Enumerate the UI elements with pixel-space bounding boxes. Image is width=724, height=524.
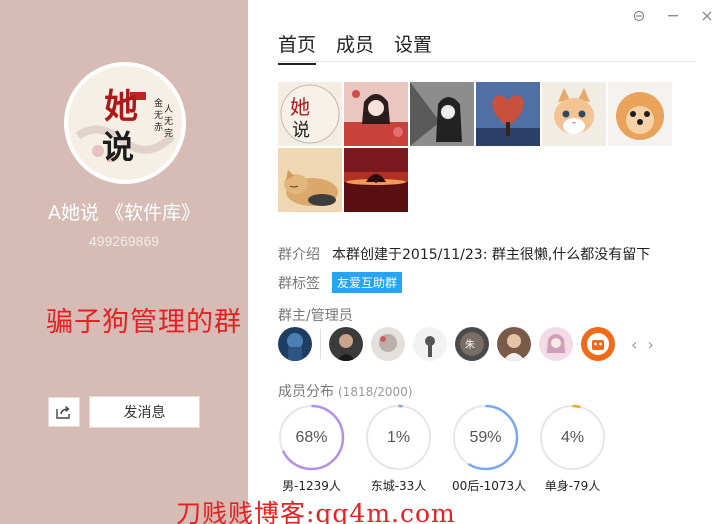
window-controls xyxy=(622,2,724,30)
group-name: A她说 《软件库》 xyxy=(47,202,201,224)
admin-avatar[interactable] xyxy=(329,327,363,361)
share-button[interactable] xyxy=(48,397,80,427)
stat-gender[interactable]: 68% 男-1239人 xyxy=(278,404,345,494)
skin-icon[interactable] xyxy=(622,2,656,30)
svg-text:她: 她 xyxy=(290,95,310,119)
svg-text:完: 完 xyxy=(164,127,173,139)
member-distribution-header: 成员分布 (1818/2000) xyxy=(278,381,412,401)
svg-text:赤: 赤 xyxy=(154,122,163,133)
svg-text:说: 说 xyxy=(292,120,310,141)
stat-region[interactable]: 1% 东城-33人 xyxy=(365,404,432,494)
admin-avatar[interactable] xyxy=(413,327,447,361)
group-tags-row: 群标签 友爱互助群 xyxy=(278,272,403,293)
tab-bar: 首页 成员 设置 xyxy=(278,30,432,65)
svg-text:人: 人 xyxy=(164,104,173,115)
send-message-button[interactable]: 发消息 xyxy=(89,396,200,428)
svg-text:无: 无 xyxy=(164,116,173,127)
share-icon xyxy=(56,405,70,419)
svg-text:朱: 朱 xyxy=(465,339,475,351)
admin-avatar[interactable] xyxy=(371,327,405,361)
stat-ring: 68% xyxy=(278,404,345,471)
stat-percent: 59% xyxy=(469,428,502,446)
intro-label: 群介绍 xyxy=(278,247,320,263)
group-intro-row: 群介绍 本群创建于2015/11/23: 群主很懒,什么都没有留下 xyxy=(278,244,650,264)
group-profile-panel: 她 说 金 无 赤 人 无 完 A她说 《软件库》 499269869 骗子狗管… xyxy=(0,0,248,524)
stat-label: 单身-79人 xyxy=(544,479,601,493)
group-avatar-frame: 她 说 金 无 赤 人 无 完 xyxy=(64,62,186,184)
tab-divider xyxy=(278,61,696,62)
close-button[interactable] xyxy=(690,2,724,30)
overlay-watermark-text: 骗子狗管理的群 xyxy=(46,307,242,338)
chevron-left-icon[interactable]: ‹ xyxy=(631,335,637,354)
stat-percent: 68% xyxy=(295,428,328,446)
group-avatar-art: 她 说 金 无 赤 人 无 完 xyxy=(68,66,182,180)
svg-text:无: 无 xyxy=(154,110,163,121)
photo-bw-girl[interactable] xyxy=(410,82,474,146)
stat-ring: 4% xyxy=(539,404,606,471)
stat-label: 00后-1073人 xyxy=(452,479,527,493)
tab-members[interactable]: 成员 xyxy=(336,30,374,65)
admin-avatar[interactable] xyxy=(581,327,615,361)
admin-avatar-list: 朱 ‹ › xyxy=(278,327,654,361)
admin-avatar[interactable] xyxy=(497,327,531,361)
photo-heart-tree[interactable] xyxy=(476,82,540,146)
owner-avatar[interactable] xyxy=(278,327,312,361)
chevron-right-icon[interactable]: › xyxy=(647,335,653,354)
admin-avatar[interactable] xyxy=(539,327,573,361)
group-avatar[interactable]: 她 说 金 无 赤 人 无 完 xyxy=(68,66,182,180)
svg-text:金: 金 xyxy=(154,97,163,109)
stat-percent: 1% xyxy=(386,428,411,446)
tags-label: 群标签 xyxy=(278,275,320,292)
intro-text: 本群创建于2015/11/23: 群主很懒,什么都没有留下 xyxy=(332,247,651,263)
photo-pomeranian[interactable] xyxy=(608,82,672,146)
admin-avatar[interactable]: 朱 xyxy=(455,327,489,361)
svg-text:她: 她 xyxy=(104,87,138,127)
photo-red-girl[interactable] xyxy=(344,82,408,146)
owner-divider xyxy=(320,329,321,359)
stat-label: 东城-33人 xyxy=(370,479,427,493)
admins-label: 群主/管理员 xyxy=(278,308,353,324)
stat-ring: 59% xyxy=(452,404,519,471)
svg-text:说: 说 xyxy=(102,128,134,166)
photo-sleeping-cat[interactable] xyxy=(278,148,342,212)
stat-single[interactable]: 4% 单身-79人 xyxy=(539,404,606,494)
minimize-button[interactable] xyxy=(656,2,690,30)
stat-age[interactable]: 59% 00后-1073人 xyxy=(452,404,527,494)
tag-badge[interactable]: 友爱互助群 xyxy=(332,272,403,293)
blog-watermark-text: 刀贱贱博客:qq4m.com xyxy=(176,499,456,524)
group-photo-album: 她说 xyxy=(278,82,678,212)
photo-sunset-tree[interactable] xyxy=(344,148,408,212)
photo-kitten[interactable] xyxy=(542,82,606,146)
stat-label: 男-1239人 xyxy=(282,479,341,493)
admin-pager: ‹ › xyxy=(631,335,654,354)
stat-percent: 4% xyxy=(560,428,585,446)
stat-ring: 1% xyxy=(365,404,432,471)
distribution-stats: 68% 男-1239人 1% 东城-33人 59% 00后-1073人 4% 单… xyxy=(278,404,606,494)
member-count: (1818/2000) xyxy=(338,385,413,399)
tab-home[interactable]: 首页 xyxy=(278,30,317,65)
tab-settings[interactable]: 设置 xyxy=(394,30,432,65)
group-info-panel: 首页 成员 设置 她说 群介绍 本群创建于2015/11/23: 群主很懒,什么… xyxy=(248,0,724,524)
distribution-label: 成员分布 xyxy=(278,384,334,400)
group-number: 499269869 xyxy=(88,233,160,249)
photo-group-logo[interactable]: 她说 xyxy=(278,82,342,146)
